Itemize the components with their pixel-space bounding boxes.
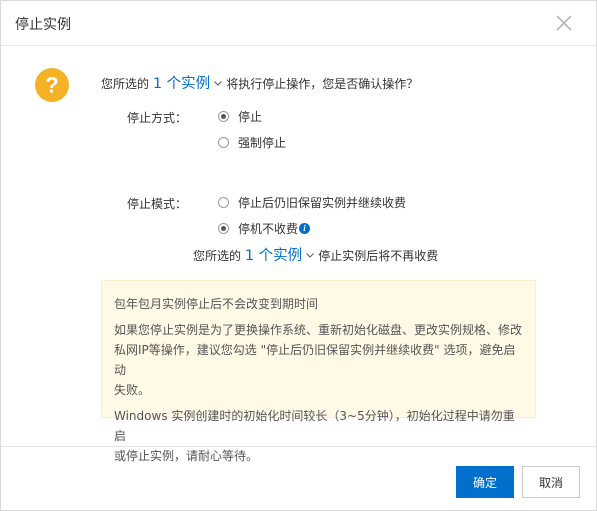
dialog-header: 停止实例 bbox=[1, 1, 596, 46]
stop-mode-label: 停止模式： bbox=[127, 197, 188, 211]
radio-stop[interactable]: 停止 bbox=[218, 108, 262, 124]
radio-keep-charging-label: 停止后仍旧保留实例并继续收费 bbox=[238, 195, 407, 210]
stop-method-label: 停止方式： bbox=[127, 111, 188, 125]
billing-note-prefix: 您所选的 bbox=[193, 249, 242, 263]
radio-no-charge-label: 停机不收费 bbox=[238, 221, 299, 236]
cancel-button[interactable]: 取消 bbox=[522, 466, 580, 498]
radio-keep-charging[interactable]: 停止后仍旧保留实例并继续收费 bbox=[218, 194, 406, 210]
radio-force-stop-label: 强制停止 bbox=[238, 135, 287, 150]
dialog-title: 停止实例 bbox=[15, 17, 71, 33]
question-icon: ? bbox=[35, 68, 69, 102]
radio-keep-charging-indicator[interactable] bbox=[218, 196, 229, 208]
confirm-button[interactable]: 确定 bbox=[456, 466, 514, 498]
confirm-question: 您所选的 1 个实例 将执行停止操作，您是否确认操作？ bbox=[101, 72, 418, 93]
svg-text:?: ? bbox=[45, 73, 58, 98]
billing-instance-count-link[interactable]: 1 个实例 bbox=[245, 248, 302, 264]
radio-stop-label: 停止 bbox=[238, 109, 263, 124]
radio-force-stop-indicator[interactable] bbox=[218, 136, 229, 148]
close-icon[interactable] bbox=[554, 13, 574, 33]
notice-line: 包年包月实例停止后不会改变到期时间 bbox=[114, 297, 319, 311]
notice-line: Windows 实例创建时的初始化时间较长（3~5分钟），初始化过程中请勿重启 bbox=[114, 409, 515, 443]
billing-note: 您所选的 1 个实例 停止实例后将不再收费 bbox=[193, 244, 438, 265]
notice-box: 包年包月实例停止后不会改变到期时间 如果您停止实例是为了更换操作系统、重新初始化… bbox=[101, 280, 536, 463]
stop-instance-dialog: 停止实例 ? 您所选的 1 个实例 将执行停止操作，您是否确认操作？ 停止方式： … bbox=[0, 0, 597, 511]
instance-count-link[interactable]: 1 个实例 bbox=[153, 76, 210, 92]
billing-note-suffix: 停止实例后将不再收费 bbox=[318, 249, 439, 263]
radio-force-stop[interactable]: 强制停止 bbox=[218, 134, 286, 150]
chevron-down-icon[interactable] bbox=[306, 253, 315, 258]
question-prefix: 您所选的 bbox=[101, 77, 150, 91]
radio-stop-indicator[interactable] bbox=[218, 110, 229, 122]
notice-line: 私网IP等操作，建议您勾选 "停止后仍旧保留实例并继续收费" 选项，避免启动 bbox=[114, 343, 516, 377]
info-icon[interactable]: i bbox=[299, 222, 311, 234]
notice-line: 如果您停止实例是为了更换操作系统、重新初始化磁盘、更改实例规格、修改 bbox=[114, 323, 523, 337]
chevron-down-icon[interactable] bbox=[214, 81, 223, 86]
dialog-footer: 确定 取消 bbox=[1, 446, 596, 510]
notice-line: 失败。 bbox=[114, 383, 151, 397]
question-suffix: 将执行停止操作，您是否确认操作？ bbox=[226, 77, 419, 91]
radio-no-charge-indicator[interactable] bbox=[218, 222, 229, 234]
radio-no-charge[interactable]: 停机不收费 i bbox=[218, 220, 311, 236]
